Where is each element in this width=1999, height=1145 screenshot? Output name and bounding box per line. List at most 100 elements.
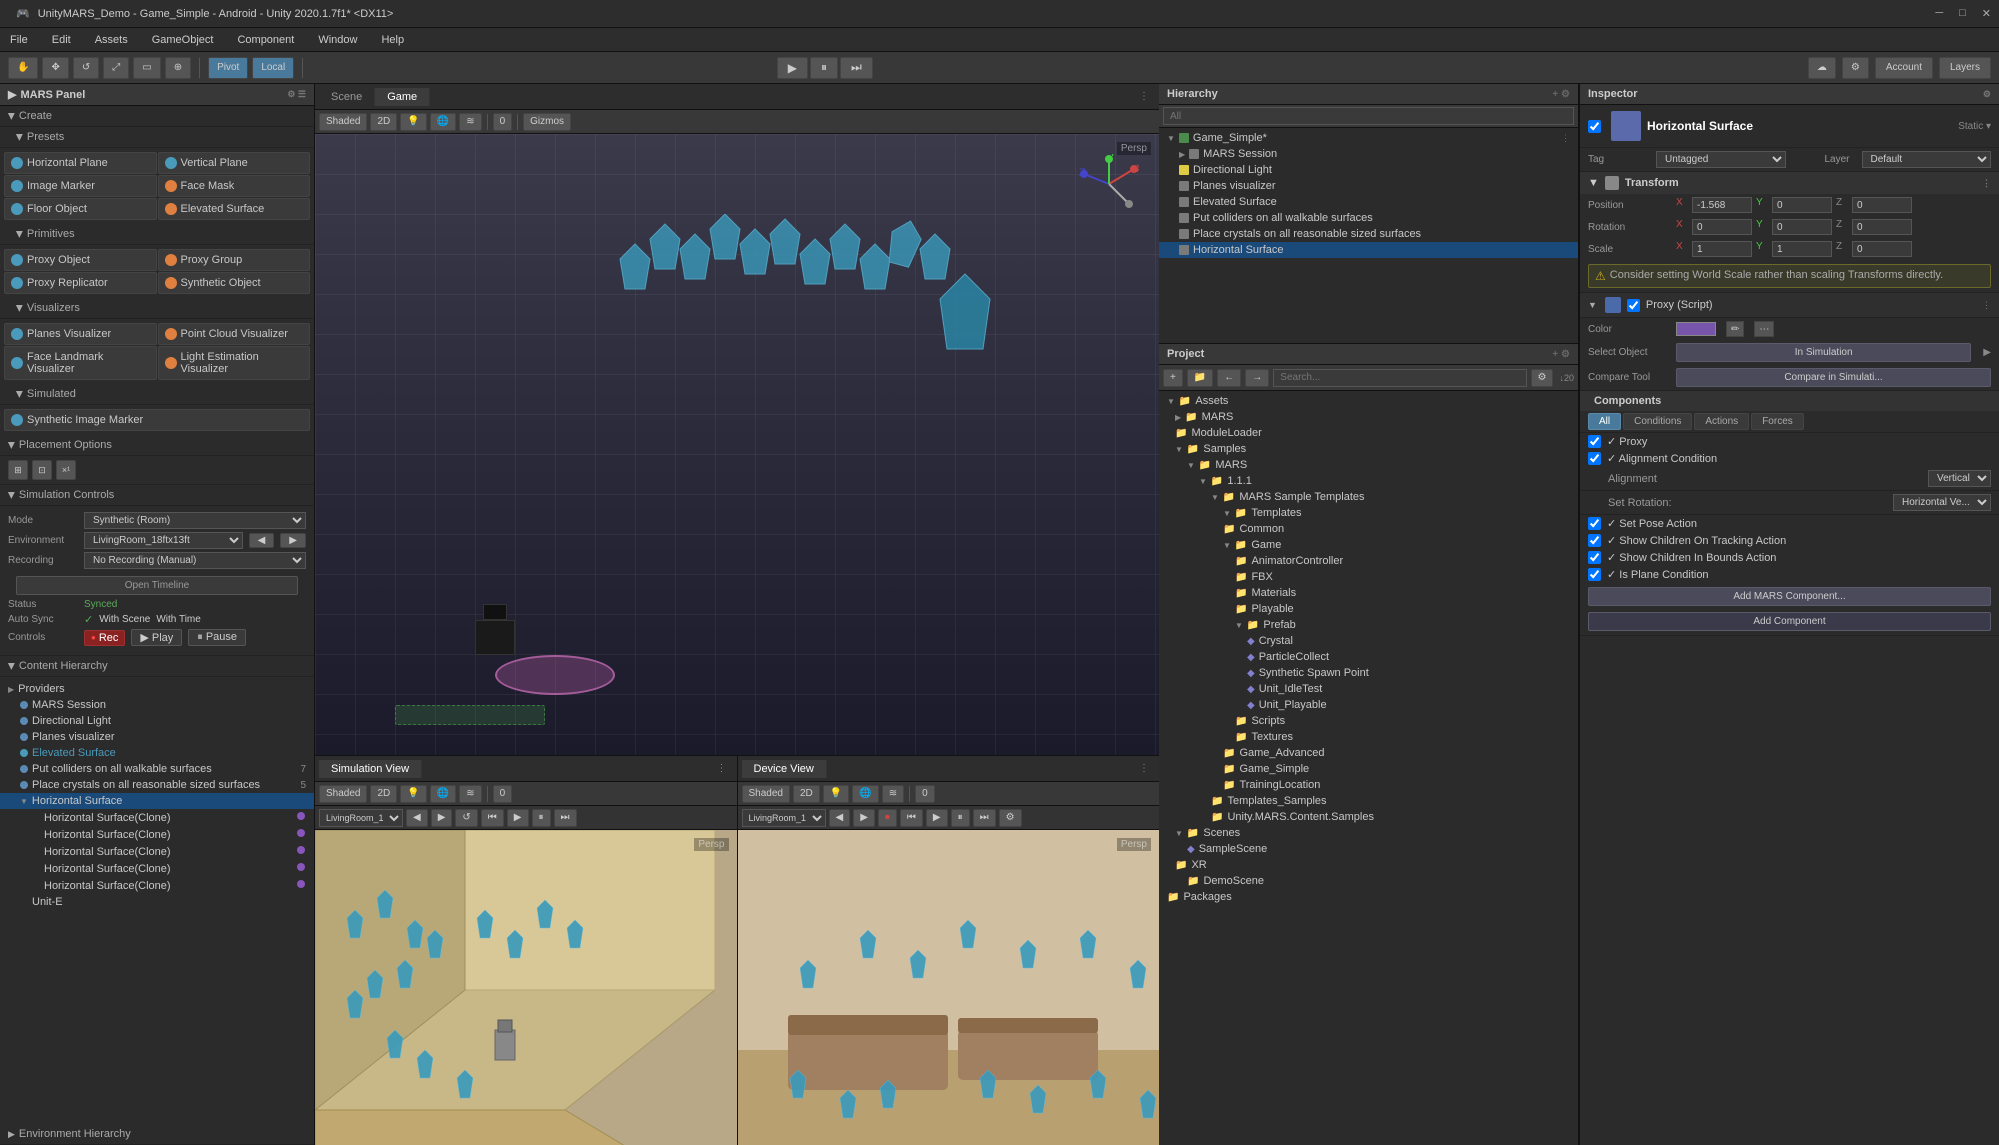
plist-xr[interactable]: 📁 XR — [1159, 857, 1578, 873]
play-btn[interactable]: ▶ — [777, 57, 808, 79]
hlist-put-colliders[interactable]: Put colliders on all walkable surfaces — [1159, 210, 1578, 226]
set-pose-checkbox[interactable] — [1588, 517, 1601, 530]
content-hierarchy-header[interactable]: ▶ Content Hierarchy — [0, 656, 314, 677]
plist-common[interactable]: 📁 Common — [1159, 521, 1578, 537]
synthetic-object-btn[interactable]: Synthetic Object — [158, 272, 311, 294]
dev-env-select[interactable]: LivingRoom_1 — [742, 809, 826, 827]
shading-dropdown[interactable]: Shaded — [319, 113, 367, 131]
dev-back-btn[interactable]: ⏮ — [900, 809, 923, 827]
hand-tool[interactable]: ✋ — [8, 57, 38, 79]
vertical-plane-btn[interactable]: Vertical Plane — [158, 152, 311, 174]
sim-env-select[interactable]: LivingRoom_1 — [319, 809, 403, 827]
plist-sample-scene[interactable]: ◆ SampleScene — [1159, 841, 1578, 857]
light-estimation-visualizer-btn[interactable]: Light Estimation Visualizer — [158, 346, 311, 380]
is-plane-checkbox[interactable] — [1588, 568, 1601, 581]
settings-btn[interactable]: ⚙ — [1842, 57, 1869, 79]
rotate-tool[interactable]: ↺ — [73, 57, 99, 79]
face-mask-btn[interactable]: Face Mask — [158, 175, 311, 197]
hier-place-crystals[interactable]: Place crystals on all reasonable sized s… — [0, 777, 314, 793]
project-plus-btn[interactable]: + — [1163, 369, 1183, 387]
play-control-btn[interactable]: ▶ Play — [131, 629, 182, 646]
plist-mars[interactable]: ▶ 📁 MARS — [1159, 409, 1578, 425]
hier-elevated-surface[interactable]: Elevated Surface — [0, 745, 314, 761]
plist-crystal[interactable]: ◆ Crystal — [1159, 633, 1578, 649]
proxy-object-btn[interactable]: Proxy Object — [4, 249, 157, 271]
project-filter-btn[interactable]: ⚙ — [1531, 369, 1554, 387]
synthetic-image-marker-btn[interactable]: Synthetic Image Marker — [4, 409, 310, 431]
environment-hierarchy-header[interactable]: ▶ Environment Hierarchy — [0, 1124, 314, 1145]
sim-prev-env[interactable]: ◀ — [406, 809, 428, 827]
dev-pause-btn[interactable]: ⏸ — [951, 809, 970, 827]
scale-y-input[interactable] — [1772, 241, 1832, 257]
horizontal-plane-btn[interactable]: Horizontal Plane — [4, 152, 157, 174]
pause-btn[interactable]: ⏸ — [810, 57, 838, 79]
dev-2d-btn[interactable]: 2D — [793, 785, 820, 803]
environment-dropdown[interactable]: LivingRoom_18ftx13ft — [84, 532, 243, 549]
sim-play-btn[interactable]: ▶ — [507, 809, 529, 827]
rot-y-input[interactable] — [1772, 219, 1832, 235]
proxy-script-enabled[interactable] — [1627, 299, 1640, 312]
dev-play-btn[interactable]: ▶ — [926, 809, 948, 827]
hlist-place-crystals[interactable]: Place crystals on all reasonable sized s… — [1159, 226, 1578, 242]
plist-fbx[interactable]: 📁 FBX — [1159, 569, 1578, 585]
rot-x-input[interactable] — [1692, 219, 1752, 235]
plist-unit-idle[interactable]: ◆ Unit_IdleTest — [1159, 681, 1578, 697]
placement-options-header[interactable]: ▶ Placement Options — [0, 435, 314, 456]
hlist-dir-light[interactable]: Directional Light — [1159, 162, 1578, 178]
plist-moduleloader[interactable]: 📁 ModuleLoader — [1159, 425, 1578, 441]
hier-planes-vis[interactable]: Planes visualizer — [0, 729, 314, 745]
skybox-btn[interactable]: 🌐 — [430, 113, 456, 131]
maximize-btn[interactable]: □ — [1959, 7, 1966, 20]
tab-actions[interactable]: Actions — [1694, 413, 1749, 430]
tab-forces[interactable]: Forces — [1751, 413, 1804, 430]
face-landmark-visualizer-btn[interactable]: Face Landmark Visualizer — [4, 346, 157, 380]
color-swatch[interactable] — [1676, 322, 1716, 336]
select-object-expand[interactable]: ▶ — [1983, 347, 1991, 358]
sim-2d-btn[interactable]: 2D — [370, 785, 397, 803]
in-simulation-btn[interactable]: In Simulation — [1676, 343, 1971, 362]
menu-edit[interactable]: Edit — [46, 32, 77, 48]
elevated-surface-btn[interactable]: Elevated Surface — [158, 198, 311, 220]
sim-skybox-btn[interactable]: 🌐 — [430, 785, 456, 803]
cloud-btn[interactable]: ☁ — [1808, 57, 1836, 79]
hlist-game-simple[interactable]: ▼ Game_Simple* ⋮ — [1159, 130, 1578, 146]
dev-fog-btn[interactable]: ≋ — [882, 785, 904, 803]
tab-all[interactable]: All — [1588, 413, 1621, 430]
plist-prefab[interactable]: ▼ 📁 Prefab — [1159, 617, 1578, 633]
dev-skybox-btn[interactable]: 🌐 — [852, 785, 878, 803]
hier-hs-clone-1[interactable]: Horizontal Surface(Clone) — [0, 809, 314, 826]
plist-training-location[interactable]: 📁 TrainingLocation — [1159, 777, 1578, 793]
compare-simulation-btn[interactable]: Compare in Simulati... — [1676, 368, 1991, 387]
hier-mars-session[interactable]: MARS Session — [0, 697, 314, 713]
hlist-horiz-surface[interactable]: Horizontal Surface — [1159, 242, 1578, 258]
sim-viewport[interactable]: Persp — [315, 830, 737, 1145]
dev-stats-btn[interactable]: 0 — [915, 785, 935, 803]
dev-lighting-btn[interactable]: 💡 — [823, 785, 849, 803]
create-section-header[interactable]: ▶ Create — [0, 106, 314, 127]
alignment-condition-checkbox[interactable] — [1588, 452, 1601, 465]
dev-reset-btn[interactable]: ⏺ — [878, 809, 897, 827]
components-header[interactable]: Components — [1580, 391, 1999, 411]
plist-packages[interactable]: 📁 Packages — [1159, 889, 1578, 905]
proxy-script-header[interactable]: ▼ Proxy (Script) ⋮ — [1580, 293, 1999, 318]
sim-stats-btn[interactable]: 0 — [493, 785, 513, 803]
pos-x-input[interactable] — [1692, 197, 1752, 213]
plist-game[interactable]: ▼ 📁 Game — [1159, 537, 1578, 553]
menu-file[interactable]: File — [4, 32, 34, 48]
placement-icon-3[interactable]: ×¹ — [56, 460, 76, 480]
floor-object-btn[interactable]: Floor Object — [4, 198, 157, 220]
tab-conditions[interactable]: Conditions — [1623, 413, 1692, 430]
rot-z-input[interactable] — [1852, 219, 1912, 235]
color-more-btn[interactable]: ⋯ — [1754, 321, 1774, 337]
plist-templates[interactable]: ▼ 📁 Templates — [1159, 505, 1578, 521]
pivot-btn[interactable]: Pivot — [208, 57, 248, 79]
add-mars-component-btn[interactable]: Add MARS Component... — [1588, 587, 1991, 606]
dev-next-env[interactable]: ▶ — [853, 809, 875, 827]
sim-back-btn[interactable]: ⏮ — [481, 809, 504, 827]
environment-nav-next[interactable]: ▶ — [280, 533, 306, 548]
project-folder-btn[interactable]: 📁 — [1187, 369, 1213, 387]
hier-dir-light[interactable]: Directional Light — [0, 713, 314, 729]
visualizers-section-header[interactable]: ▶ Visualizers — [0, 298, 314, 319]
pos-z-input[interactable] — [1852, 197, 1912, 213]
color-edit-btn[interactable]: ✏ — [1726, 321, 1744, 337]
